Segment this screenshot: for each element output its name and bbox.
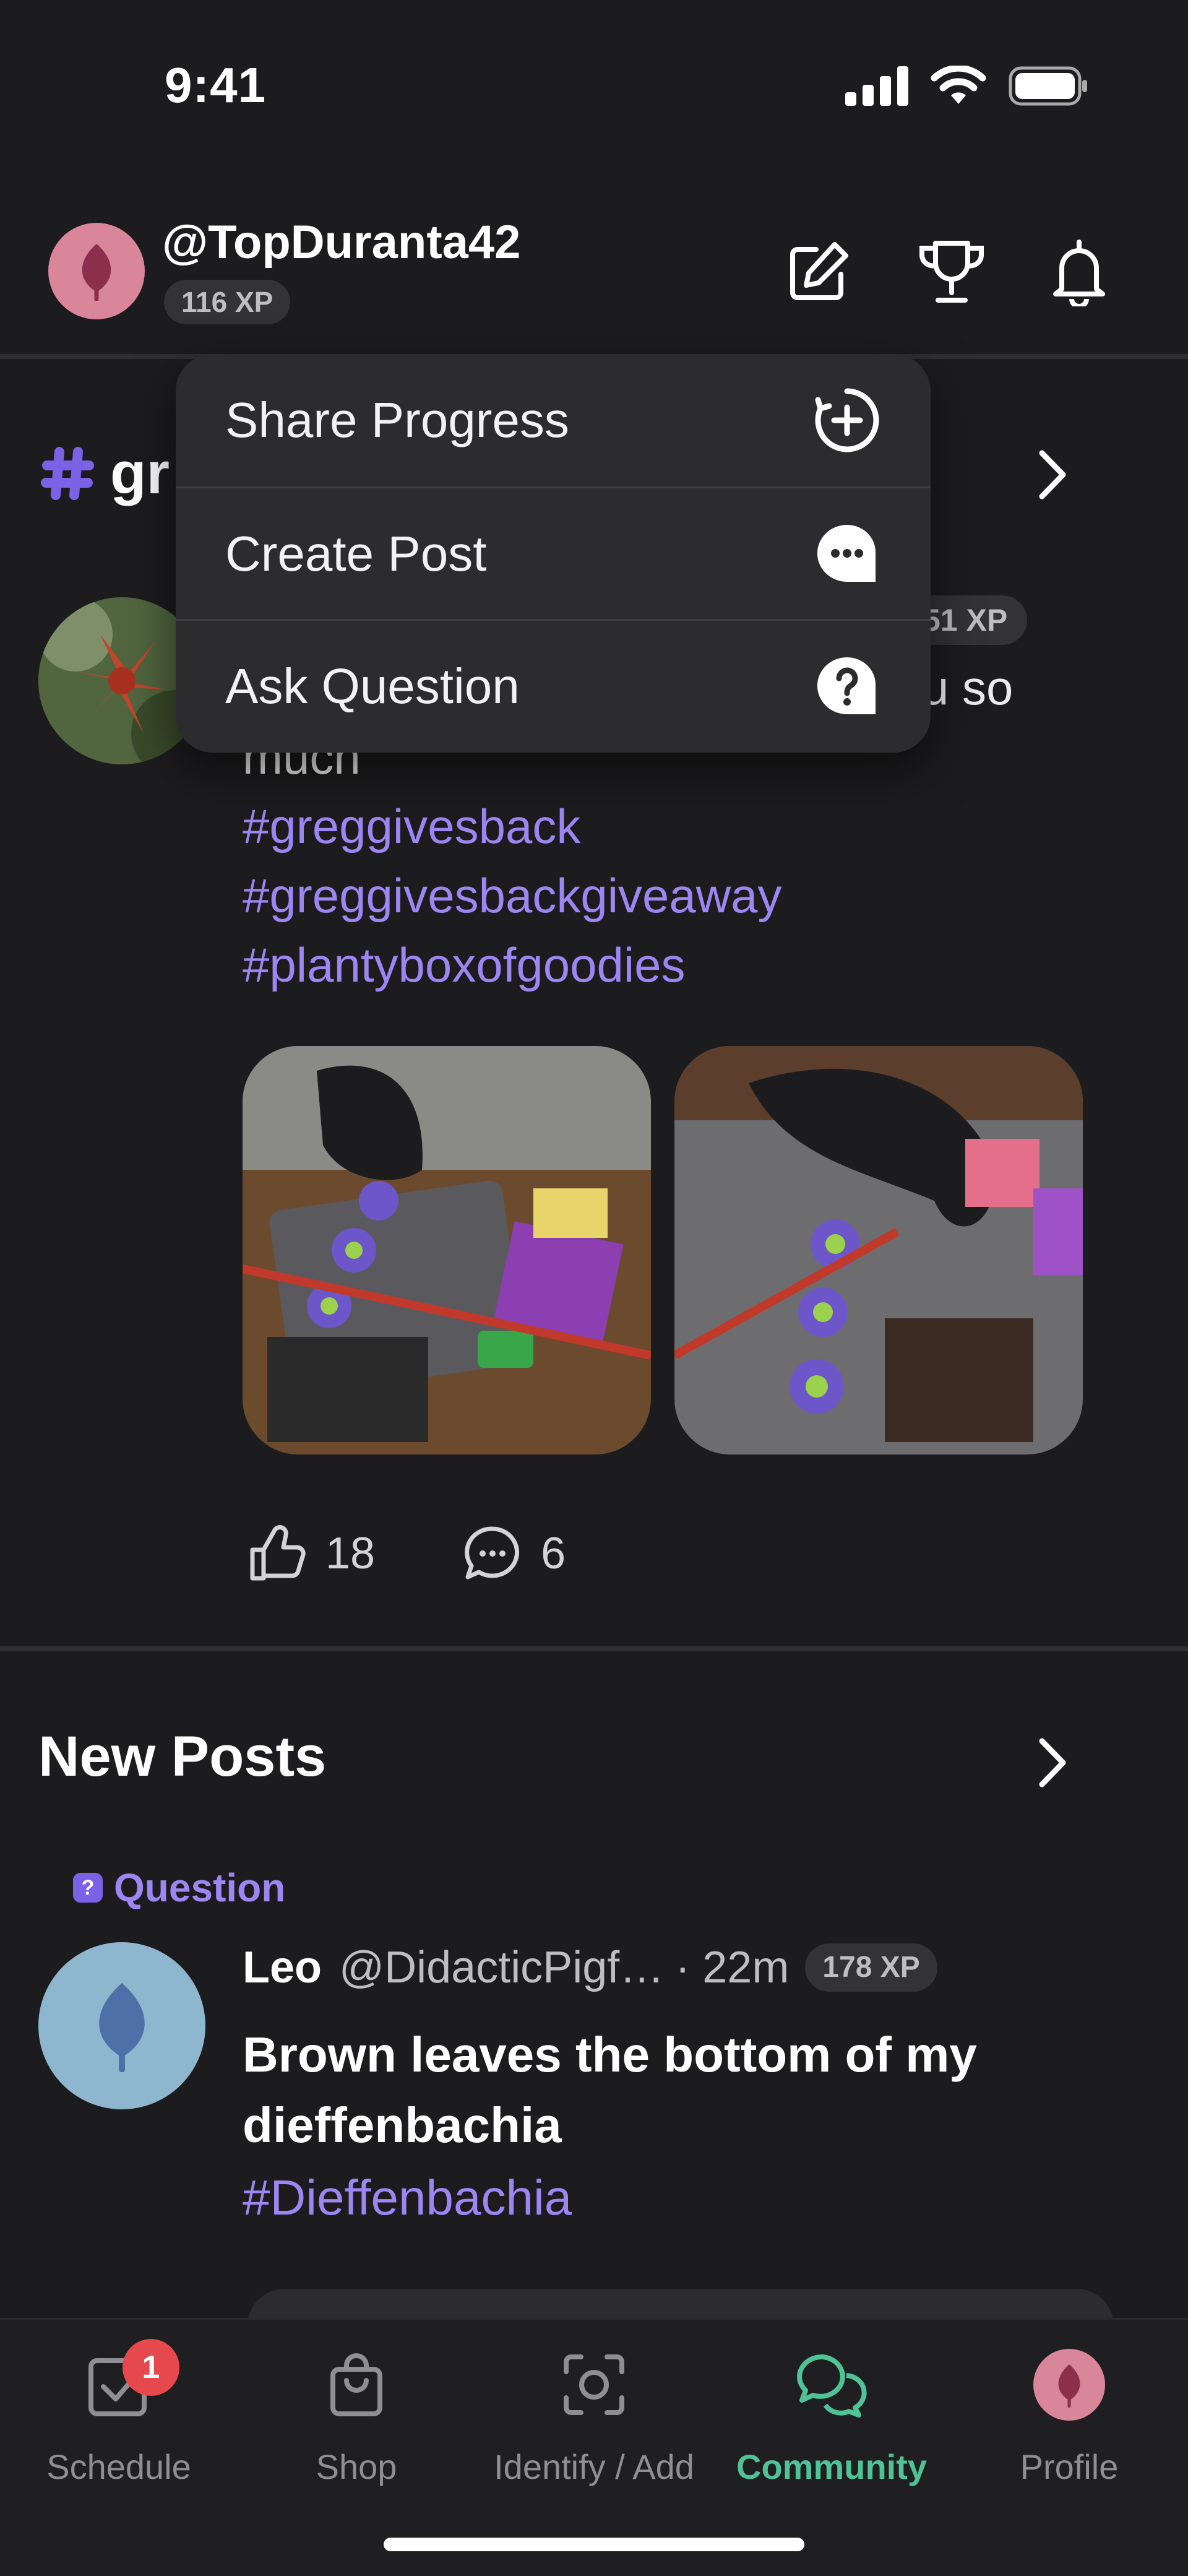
profile-header: @TopDuranta42 116 XP xyxy=(0,204,1188,359)
hashtag-link[interactable]: #plantyboxofgoodies xyxy=(243,930,1053,1000)
camera-scan-icon xyxy=(564,2354,624,2415)
user-avatar[interactable] xyxy=(48,223,145,319)
username[interactable]: @TopDuranta42 xyxy=(162,215,520,269)
bell-icon xyxy=(1053,240,1105,306)
post-meta: Leo @DidacticPigf… · 22m 178 XP xyxy=(243,1942,937,1993)
post-type-badge: ? Question xyxy=(73,1865,285,1911)
question-bubble-icon xyxy=(813,652,881,720)
wifi-icon xyxy=(931,66,986,104)
compose-button[interactable] xyxy=(781,235,855,309)
chevron-right-icon[interactable] xyxy=(1033,1735,1070,1791)
chevron-right-icon[interactable] xyxy=(1033,447,1070,503)
comment-icon xyxy=(465,1526,520,1580)
comment-button[interactable]: 6 xyxy=(462,1523,566,1584)
trophy-icon xyxy=(919,241,984,303)
leaf-icon xyxy=(1058,2364,1080,2408)
question-icon: ? xyxy=(73,1873,103,1903)
chat-bubbles-icon xyxy=(797,2354,867,2418)
like-count: 18 xyxy=(325,1529,376,1578)
cat-photo-2 xyxy=(674,1046,1083,1454)
thumbs-up-icon xyxy=(250,1525,306,1581)
cat-photo-1 xyxy=(243,1046,651,1454)
status-icons xyxy=(845,66,1089,106)
menu-item-label: Ask Question xyxy=(225,658,520,714)
hashtag-link[interactable]: #Dieffenbachia xyxy=(243,2169,572,2226)
profile-avatar xyxy=(1033,2349,1105,2421)
tab-label: Community xyxy=(736,2447,927,2486)
shopping-bag-icon xyxy=(330,2353,382,2416)
author-name[interactable]: Leo xyxy=(243,1942,322,1993)
cellular-signal-icon xyxy=(845,66,908,106)
leaderboard-button[interactable] xyxy=(915,235,989,309)
post-photo[interactable] xyxy=(243,1046,651,1454)
post-photo[interactable] xyxy=(674,1046,1083,1454)
tab-profile[interactable]: Profile xyxy=(950,2320,1188,2505)
featured-tag-name: gr xyxy=(110,440,170,506)
new-posts-section: New Posts ? Question Leo @DidacticPigf… … xyxy=(0,1651,1188,2363)
status-time: 9:41 xyxy=(165,58,267,113)
notification-badge: 1 xyxy=(123,2339,179,2396)
like-button[interactable]: 18 xyxy=(246,1523,375,1584)
featured-tag-header[interactable]: gr xyxy=(41,439,170,508)
tab-community[interactable]: Community xyxy=(713,2320,950,2505)
comment-count: 6 xyxy=(541,1529,566,1578)
tab-schedule[interactable]: 1 Schedule xyxy=(0,2320,238,2505)
new-posts-title: New Posts xyxy=(38,1725,327,1788)
menu-item-label: Create Post xyxy=(225,525,487,581)
leaf-icon xyxy=(82,244,111,301)
post-type-label: Question xyxy=(114,1865,286,1910)
post-time: · 22m xyxy=(675,1943,790,1992)
tab-icon-wrap xyxy=(794,2348,869,2422)
author-handle[interactable]: @DidacticPigf… xyxy=(339,1942,664,1993)
post-text-tail: u so xyxy=(922,660,1014,715)
menu-item-create-post[interactable]: Create Post xyxy=(176,486,931,619)
tab-label: Shop xyxy=(316,2447,397,2486)
tab-label: Identify / Add xyxy=(494,2447,694,2486)
tab-identify-add[interactable]: Identify / Add xyxy=(475,2320,713,2505)
edit-icon xyxy=(790,242,848,300)
tab-icon-wrap xyxy=(319,2348,394,2422)
menu-item-ask-question[interactable]: Ask Question xyxy=(176,619,931,751)
battery-icon xyxy=(1009,66,1087,106)
hashtag-link[interactable]: #greggivesback xyxy=(243,792,1053,861)
author-xp: 178 XP xyxy=(805,1943,937,1992)
status-bar: 9:41 xyxy=(0,0,1188,173)
tab-label: Schedule xyxy=(46,2447,191,2486)
plus-circle-icon xyxy=(813,386,881,454)
user-xp-badge: 116 XP xyxy=(164,280,291,324)
tab-icon-wrap xyxy=(1032,2348,1106,2422)
post-author-avatar[interactable] xyxy=(38,1942,205,2109)
tab-label: Profile xyxy=(1020,2447,1119,2486)
chat-bubble-icon xyxy=(813,520,881,588)
tab-shop[interactable]: Shop xyxy=(238,2320,475,2505)
menu-item-label: Share Progress xyxy=(225,392,569,447)
hashtag-link[interactable]: #greggivesbackgiveaway xyxy=(243,861,1053,930)
hashtag-icon xyxy=(41,447,94,500)
menu-item-share-progress[interactable]: Share Progress xyxy=(176,354,931,486)
compose-menu: Share Progress Create Post Ask Question xyxy=(176,354,931,753)
section-divider xyxy=(0,1646,1188,1651)
tab-icon-wrap: 1 xyxy=(82,2339,179,2422)
leaf-icon xyxy=(99,1983,145,2072)
notifications-button[interactable] xyxy=(1042,235,1116,309)
post-title[interactable]: Brown leaves the bottom of my dieffenbac… xyxy=(243,2020,1047,2161)
tab-icon-wrap xyxy=(557,2348,631,2422)
post-actions: 18 6 xyxy=(246,1523,566,1584)
home-indicator xyxy=(384,2538,804,2551)
post-body: much #greggivesback #greggivesbackgiveaw… xyxy=(243,722,1053,1000)
